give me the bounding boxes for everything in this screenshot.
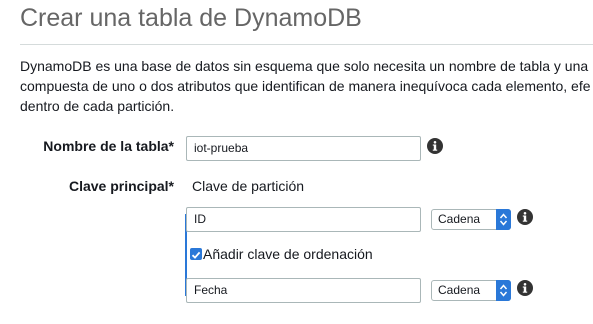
partition-key-type-value: Cadena [438, 212, 481, 226]
primary-key-label: Clave principal* [0, 178, 174, 194]
info-icon[interactable] [517, 280, 533, 296]
partition-key-type-select[interactable]: Cadena [431, 209, 511, 230]
page-title: Crear una tabla de DynamoDB [20, 4, 362, 32]
table-name-input[interactable]: iot-prueba [186, 136, 421, 161]
description-line: dentro de cada partición. [20, 98, 175, 114]
sort-key-input[interactable]: Fecha [186, 278, 421, 303]
info-icon[interactable] [427, 138, 443, 154]
partition-key-caption: Clave de partición [192, 178, 305, 194]
up-down-arrows-icon [496, 209, 511, 230]
sort-key-type-value: Cadena [438, 283, 481, 297]
partition-key-input[interactable]: ID [186, 207, 421, 232]
sort-key-value: Fecha [194, 283, 228, 297]
partition-key-value: ID [194, 212, 206, 226]
table-name-value: iot-prueba [194, 141, 249, 155]
description-line: compuesta de uno o dos atributos que ide… [20, 78, 591, 94]
up-down-arrows-icon [496, 280, 511, 301]
page-description: DynamoDB es una base de datos sin esquem… [20, 56, 593, 116]
table-name-label: Nombre de la tabla* [43, 138, 174, 154]
add-sort-key-checkbox[interactable] [190, 248, 202, 260]
primary-key-label-text: Clave principal* [68, 178, 174, 194]
description-line: DynamoDB es una base de datos sin esquem… [20, 58, 589, 74]
title-divider [20, 44, 593, 45]
add-sort-key-label[interactable]: Añadir clave de ordenación [203, 246, 373, 262]
info-icon[interactable] [517, 209, 533, 225]
checkmark-icon [191, 251, 201, 259]
sort-key-type-select[interactable]: Cadena [431, 280, 511, 301]
